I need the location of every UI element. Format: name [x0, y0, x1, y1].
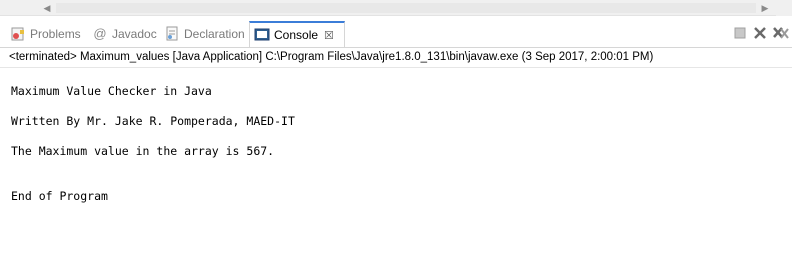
scrollbar-thumb[interactable]: [56, 3, 756, 13]
scroll-right-arrow-icon[interactable]: ▶: [759, 2, 771, 14]
console-line: End of Program: [11, 189, 108, 203]
declaration-icon: [164, 26, 180, 42]
horizontal-scrollbar[interactable]: ◀ ▶: [0, 0, 792, 16]
tab-bar-divider: [0, 47, 792, 48]
remove-all-terminated-icon[interactable]: [773, 26, 789, 40]
remove-launch-icon[interactable]: [753, 26, 767, 40]
tab-console[interactable]: Console ☒: [249, 21, 345, 47]
console-line: Maximum Value Checker in Java: [11, 84, 212, 98]
tab-label: Problems: [30, 27, 81, 41]
view-tab-bar: Problems @ Javadoc Declaration Console ☒: [0, 17, 792, 48]
status-divider: [0, 67, 792, 68]
console-line: Written By Mr. Jake R. Pomperada, MAED-I…: [11, 114, 295, 128]
console-icon: [254, 27, 270, 43]
javadoc-icon: @: [93, 26, 107, 41]
console-toolbar: [733, 26, 789, 40]
tab-label: Console: [274, 28, 319, 42]
terminate-icon[interactable]: [733, 26, 747, 40]
tab-javadoc[interactable]: @ Javadoc: [92, 22, 157, 46]
tab-label: Declaration: [184, 27, 245, 41]
console-line: The Maximum value in the array is 567.: [11, 144, 275, 158]
tab-declaration[interactable]: Declaration: [164, 22, 245, 46]
console-status-line: <terminated> Maximum_values [Java Applic…: [9, 51, 654, 63]
close-icon[interactable]: ☒: [324, 29, 334, 42]
scrollbar-corner: [776, 0, 792, 16]
problems-icon: [10, 26, 26, 42]
scroll-left-arrow-icon[interactable]: ◀: [41, 2, 53, 14]
tab-problems[interactable]: Problems: [10, 22, 81, 46]
tab-label: Javadoc: [112, 27, 157, 41]
